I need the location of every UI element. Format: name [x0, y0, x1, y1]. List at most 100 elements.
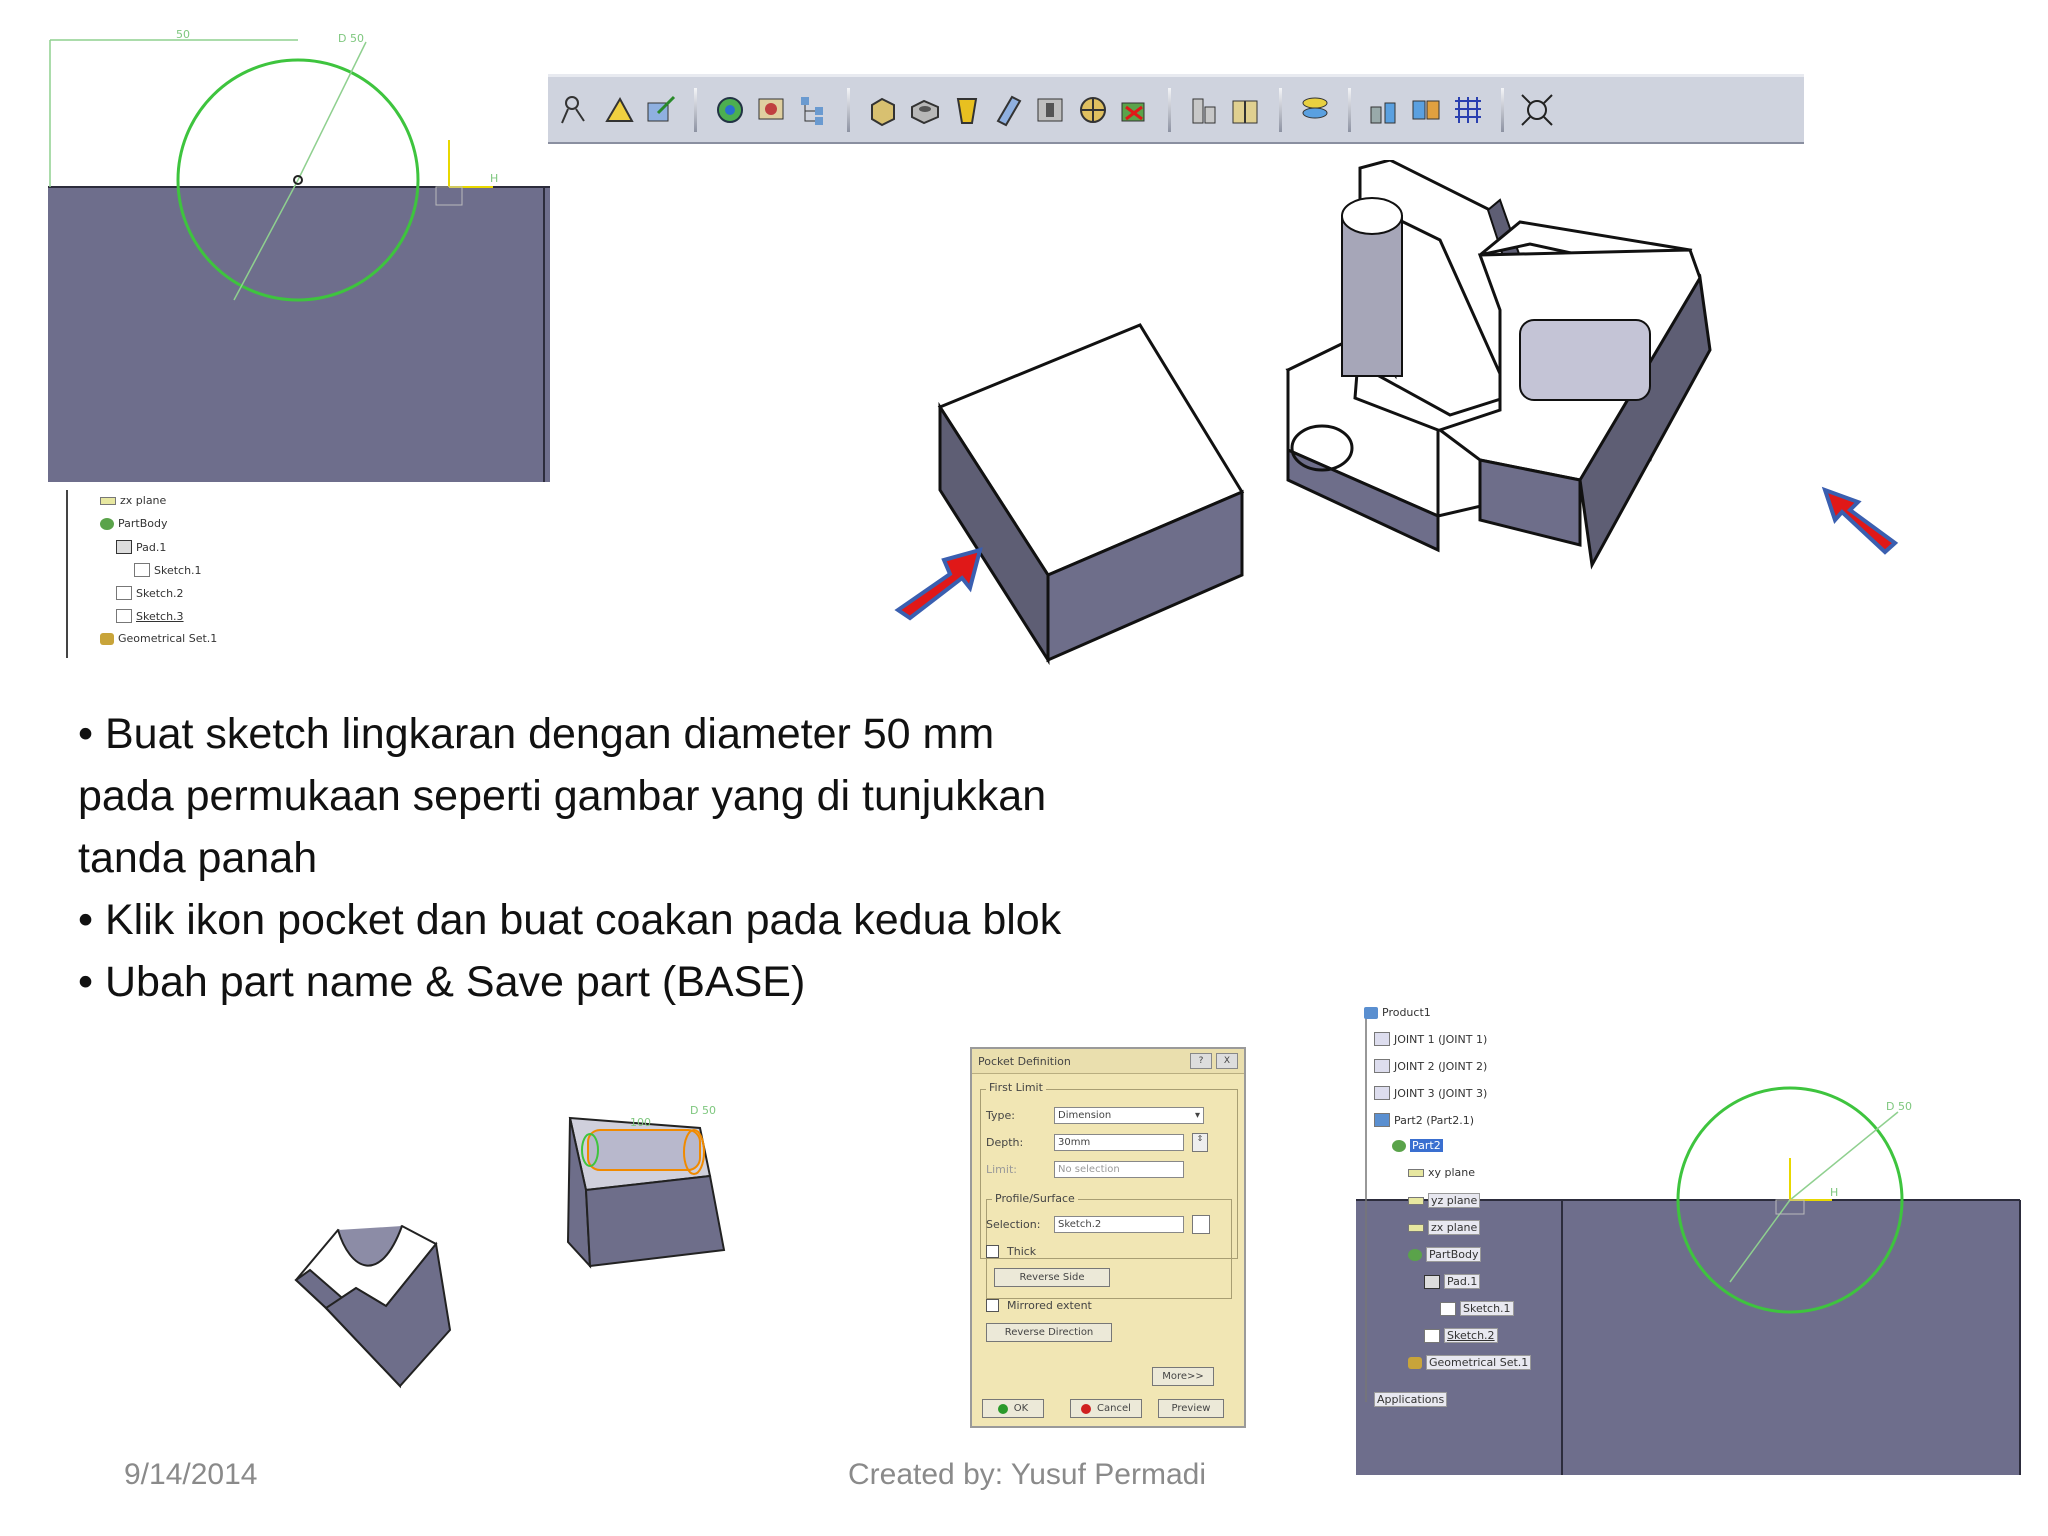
spinner-icon[interactable]: ⇕ [1192, 1133, 1208, 1152]
plane-icon [100, 496, 116, 505]
tree-item-plane[interactable]: zx plane [1408, 1220, 1481, 1235]
sketch-icon [1440, 1301, 1456, 1316]
fit-all-icon[interactable] [1518, 91, 1556, 129]
chevron-down-icon: ▾ [1194, 1110, 1200, 1121]
body-icon [1408, 1248, 1422, 1261]
sketch-icon[interactable] [1192, 1215, 1210, 1234]
sketch-positioned-icon[interactable] [600, 91, 638, 129]
cancel-button[interactable]: Cancel [1070, 1399, 1142, 1418]
tree-line [66, 490, 68, 658]
tree-item-sketch[interactable]: Sketch.2 [1424, 1328, 1498, 1343]
tree-item-geometrical-set[interactable]: Geometrical Set.1 [1408, 1355, 1532, 1370]
limit-input[interactable]: No selection [1054, 1161, 1184, 1178]
preview-block: D 50 100 [566, 1104, 726, 1269]
footer-credit: Created by: Yusuf Permadi [848, 1458, 1206, 1491]
sketch-icon [116, 609, 132, 623]
profile-surface-label: Profile/Surface [992, 1192, 1078, 1205]
left-block [937, 323, 1245, 666]
limit-label: Limit: [986, 1163, 1017, 1176]
ok-button[interactable]: OK [982, 1399, 1044, 1418]
small-model-view: D 50 100 [290, 1090, 750, 1410]
instruction-line: • Klik ikon pocket dan buat coakan pada … [78, 896, 1062, 944]
tree-item-plane[interactable]: xy plane [1408, 1166, 1475, 1179]
depth-label: Depth: [986, 1136, 1024, 1149]
tree-item-joint[interactable]: JOINT 2 (JOINT 2) [1374, 1059, 1487, 1073]
measure-icon[interactable] [1407, 91, 1445, 129]
tree-item[interactable]: Geometrical Set.1 [100, 632, 217, 645]
selection-input[interactable]: Sketch.2 [1054, 1216, 1184, 1233]
selection-row: Selection: Sketch.2 [986, 1215, 1210, 1234]
sketch-icon [116, 586, 132, 600]
tree-item-applications[interactable]: Applications [1374, 1392, 1448, 1407]
small-dim-length: 100 [630, 1116, 651, 1129]
tree-item-pad[interactable]: Pad.1 [1424, 1274, 1481, 1289]
slot-icon[interactable] [1116, 91, 1154, 129]
tree-item-plane[interactable]: yz plane [1408, 1193, 1481, 1208]
tree-item[interactable]: PartBody [100, 517, 167, 530]
pocket-definition-dialog: Pocket Definition ? X First Limit Type: … [970, 1047, 1246, 1428]
solid-combine-icon[interactable] [1227, 91, 1265, 129]
shaft-icon[interactable] [948, 91, 986, 129]
tree-item-product[interactable]: Product1 [1364, 1006, 1431, 1019]
tree-icon[interactable] [795, 91, 833, 129]
help-button[interactable]: ? [1190, 1053, 1212, 1069]
type-select[interactable]: Dimension ▾ [1054, 1107, 1204, 1124]
pocket-icon[interactable] [906, 91, 944, 129]
hole-icon[interactable] [1032, 91, 1070, 129]
mechanical-feature-icon[interactable] [753, 91, 791, 129]
part-icon [1374, 1086, 1390, 1100]
geometrical-set-icon [100, 632, 114, 645]
rib-icon[interactable] [1074, 91, 1112, 129]
tree-item-joint[interactable]: JOINT 3 (JOINT 3) [1374, 1086, 1487, 1100]
body-icon [100, 517, 114, 530]
first-limit-label: First Limit [986, 1081, 1046, 1094]
ok-icon [997, 1403, 1008, 1414]
toolbar-separator [694, 87, 697, 132]
geometrical-set-icon [1408, 1356, 1422, 1369]
tree-item-part[interactable]: Part2 (Part2.1) [1374, 1113, 1474, 1127]
sketch-icon [134, 563, 150, 577]
insert-body-icon[interactable] [711, 91, 749, 129]
large-axis-label: H [1830, 1186, 1838, 1199]
knowledge-icon[interactable] [1449, 91, 1487, 129]
pad-icon [1424, 1274, 1440, 1289]
dialog-title-bar: Pocket Definition ? X [972, 1049, 1244, 1074]
multi-sections-icon[interactable] [1296, 91, 1334, 129]
depth-input[interactable]: 30mm [1054, 1134, 1184, 1151]
tree-item[interactable]: zx plane [100, 494, 166, 507]
limit-row: Limit: No selection [986, 1161, 1184, 1178]
selection-label: Selection: [986, 1218, 1041, 1231]
tree-item-part-selected[interactable]: Part2 [1392, 1139, 1443, 1152]
tree-item-joint[interactable]: JOINT 1 (JOINT 1) [1374, 1032, 1487, 1046]
tree-item[interactable]: Sketch.2 [116, 586, 184, 600]
instruction-line: • Buat sketch lingkaran dengan diameter … [78, 710, 1047, 882]
toolbar-separator [1279, 87, 1282, 132]
tree-item[interactable]: Pad.1 [116, 540, 166, 554]
exit-workbench-icon[interactable] [642, 91, 680, 129]
stiffener-icon[interactable] [1185, 91, 1223, 129]
thick-row: Thick [986, 1245, 1036, 1258]
mirrored-extent-checkbox[interactable] [986, 1299, 999, 1312]
instruction-text: • Buat sketch lingkaran dengan diameter … [78, 703, 1078, 1013]
more-button[interactable]: More>> [1152, 1367, 1214, 1386]
thick-checkbox[interactable] [986, 1245, 999, 1258]
preview-button[interactable]: Preview [1158, 1399, 1224, 1418]
small-dim-diameter: D 50 [690, 1104, 716, 1117]
tree-item-body[interactable]: PartBody [1408, 1247, 1482, 1262]
plane-icon [1408, 1168, 1424, 1177]
tree-item[interactable]: Sketch.3 [116, 609, 184, 623]
cancel-icon [1081, 1403, 1092, 1414]
toolbar-separator [1501, 87, 1504, 132]
groove-icon[interactable] [990, 91, 1028, 129]
spec-tree-small: zx plane PartBody Pad.1 Sketch.1 Sketch.… [60, 490, 260, 660]
mirrored-extent-label: Mirrored extent [1007, 1299, 1092, 1312]
tree-item-sketch[interactable]: Sketch.1 [1440, 1301, 1514, 1316]
reverse-direction-button[interactable]: Reverse Direction [986, 1323, 1112, 1342]
sketch-icon[interactable] [558, 91, 596, 129]
tree-item[interactable]: Sketch.1 [134, 563, 202, 577]
model-view-3d [880, 158, 1940, 670]
reverse-side-button[interactable]: Reverse Side [994, 1268, 1110, 1287]
surface-icon[interactable] [1365, 91, 1403, 129]
pad-icon[interactable] [864, 91, 902, 129]
close-button[interactable]: X [1216, 1053, 1238, 1069]
